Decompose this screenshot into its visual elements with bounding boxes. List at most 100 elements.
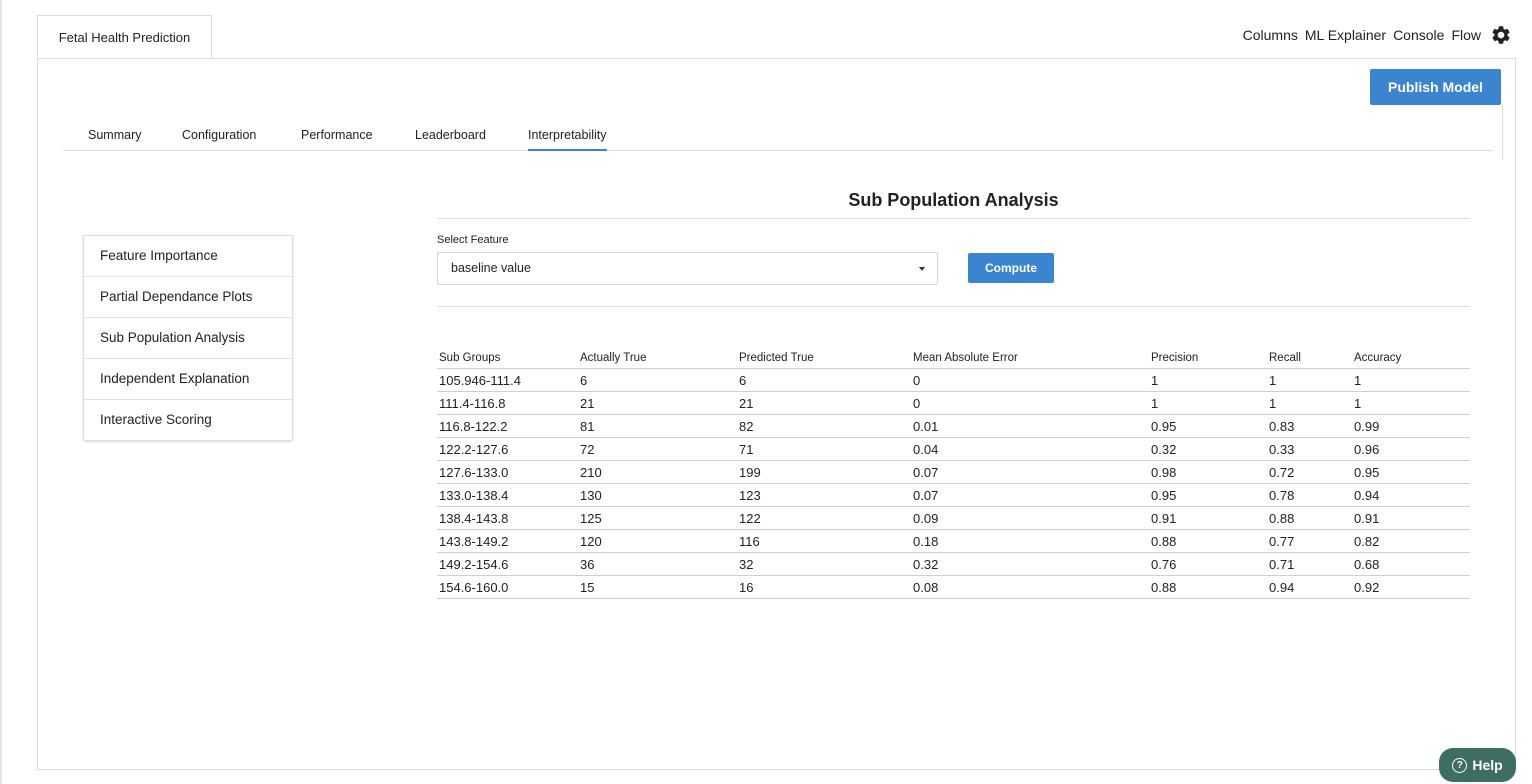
table-cell: 0.94	[1267, 575, 1352, 599]
table-row: 116.8-122.2 81 82 0.01 0.95 0.83 0.99	[437, 414, 1470, 438]
column-header: Predicted True	[737, 348, 911, 369]
table-cell: 0.18	[911, 529, 1149, 553]
table-row: 154.6-160.0 15 16 0.08 0.88 0.94 0.92	[437, 575, 1470, 599]
table-cell: 0.91	[1352, 506, 1470, 530]
table-cell: 0	[911, 391, 1149, 415]
table-row: 127.6-133.0 210 199 0.07 0.98 0.72 0.95	[437, 460, 1470, 484]
table-cell: 111.4-116.8	[437, 391, 578, 415]
tab-performance[interactable]: Performance	[301, 120, 373, 150]
table-cell: 0.07	[911, 460, 1149, 484]
table-header-row: Sub Groups Actually True Predicted True …	[437, 348, 1470, 369]
table-cell: 81	[578, 414, 737, 438]
side-item-interactive-scoring[interactable]: Interactive Scoring	[84, 400, 292, 440]
side-item-independent-explanation[interactable]: Independent Explanation	[84, 359, 292, 400]
panel-divider	[1502, 105, 1503, 160]
table-row: 105.946-111.4 6 6 0 1 1 1	[437, 368, 1470, 392]
table-cell: 1	[1149, 368, 1267, 392]
page: Fetal Health Prediction Columns ML Expla…	[0, 0, 1532, 784]
left-edge	[0, 0, 2, 784]
nav-columns[interactable]: Columns	[1243, 27, 1298, 43]
tab-leaderboard[interactable]: Leaderboard	[415, 120, 486, 150]
table-cell: 0.78	[1267, 483, 1352, 507]
table-row: 122.2-127.6 72 71 0.04 0.32 0.33 0.96	[437, 437, 1470, 461]
tab-bar: Summary Configuration Performance Leader…	[63, 120, 1493, 151]
table-cell: 122	[737, 506, 911, 530]
table-cell: 0.08	[911, 575, 1149, 599]
table-cell: 0.92	[1352, 575, 1470, 599]
side-item-partial-dependance-plots[interactable]: Partial Dependance Plots	[84, 277, 292, 318]
table-row: 138.4-143.8 125 122 0.09 0.91 0.88 0.91	[437, 506, 1470, 530]
nav-console[interactable]: Console	[1393, 27, 1444, 43]
column-header: Accuracy	[1352, 348, 1470, 369]
table-cell: 1	[1352, 368, 1470, 392]
question-icon: ?	[1452, 757, 1468, 773]
help-label: Help	[1472, 757, 1503, 773]
table-cell: 0.76	[1149, 552, 1267, 576]
compute-button[interactable]: Compute	[968, 253, 1054, 283]
table-cell: 0.01	[911, 414, 1149, 438]
help-button[interactable]: ? Help	[1439, 748, 1516, 782]
feature-select[interactable]: baseline value	[437, 252, 938, 285]
table-cell: 0.83	[1267, 414, 1352, 438]
table-cell: 0.68	[1352, 552, 1470, 576]
select-feature-label: Select Feature	[437, 234, 509, 246]
table-row: 111.4-116.8 21 21 0 1 1 1	[437, 391, 1470, 415]
table-cell: 154.6-160.0	[437, 575, 578, 599]
table-cell: 21	[737, 391, 911, 415]
project-tab[interactable]: Fetal Health Prediction	[37, 15, 212, 58]
table-cell: 127.6-133.0	[437, 460, 578, 484]
table-cell: 0.71	[1267, 552, 1352, 576]
table-cell: 1	[1352, 391, 1470, 415]
side-item-feature-importance[interactable]: Feature Importance	[84, 236, 292, 277]
tab-summary[interactable]: Summary	[88, 120, 141, 150]
table-cell: 0.88	[1267, 506, 1352, 530]
table-cell: 0.32	[911, 552, 1149, 576]
table-cell: 0.07	[911, 483, 1149, 507]
column-header: Sub Groups	[437, 348, 578, 369]
tab-interpretability[interactable]: Interpretability	[528, 120, 607, 151]
table-cell: 0.72	[1267, 460, 1352, 484]
side-menu: Feature Importance Partial Dependance Pl…	[83, 235, 293, 441]
table-cell: 123	[737, 483, 911, 507]
table-cell: 1	[1149, 391, 1267, 415]
table-cell: 21	[578, 391, 737, 415]
table-cell: 138.4-143.8	[437, 506, 578, 530]
table-row: 133.0-138.4 130 123 0.07 0.95 0.78 0.94	[437, 483, 1470, 507]
tab-configuration[interactable]: Configuration	[182, 120, 256, 150]
side-item-sub-population-analysis[interactable]: Sub Population Analysis	[84, 318, 292, 359]
content-divider	[437, 306, 1470, 307]
table-cell: 32	[737, 552, 911, 576]
table-cell: 116	[737, 529, 911, 553]
table-cell: 0.04	[911, 437, 1149, 461]
table-cell: 130	[578, 483, 737, 507]
table-body: 105.946-111.4 6 6 0 1 1 1 111.4-116.8 21 21 0 1 1 1 11…	[437, 368, 1470, 599]
table-cell: 0.88	[1149, 529, 1267, 553]
caret-down-icon	[919, 267, 925, 271]
table-cell: 120	[578, 529, 737, 553]
feature-select-value: baseline value	[451, 261, 531, 275]
table-cell: 0.94	[1352, 483, 1470, 507]
table-cell: 0.99	[1352, 414, 1470, 438]
table-cell: 125	[578, 506, 737, 530]
table-cell: 36	[578, 552, 737, 576]
content-title: Sub Population Analysis	[437, 190, 1470, 219]
table-cell: 0.09	[911, 506, 1149, 530]
table-cell: 0.95	[1149, 414, 1267, 438]
table-cell: 149.2-154.6	[437, 552, 578, 576]
table-cell: 0.91	[1149, 506, 1267, 530]
project-tab-label: Fetal Health Prediction	[58, 29, 191, 45]
gear-icon[interactable]	[1490, 24, 1512, 46]
table-cell: 0.77	[1267, 529, 1352, 553]
nav-ml-explainer[interactable]: ML Explainer	[1305, 27, 1386, 43]
top-nav: Columns ML Explainer Console Flow	[1243, 20, 1512, 50]
publish-model-button[interactable]: Publish Model	[1370, 69, 1501, 105]
table-cell: 133.0-138.4	[437, 483, 578, 507]
table-cell: 0.82	[1352, 529, 1470, 553]
table-cell: 0.95	[1149, 483, 1267, 507]
nav-flow[interactable]: Flow	[1451, 27, 1481, 43]
table-cell: 0	[911, 368, 1149, 392]
results-table: Sub Groups Actually True Predicted True …	[437, 348, 1470, 599]
table-cell: 210	[578, 460, 737, 484]
table-cell: 15	[578, 575, 737, 599]
column-header: Actually True	[578, 348, 737, 369]
